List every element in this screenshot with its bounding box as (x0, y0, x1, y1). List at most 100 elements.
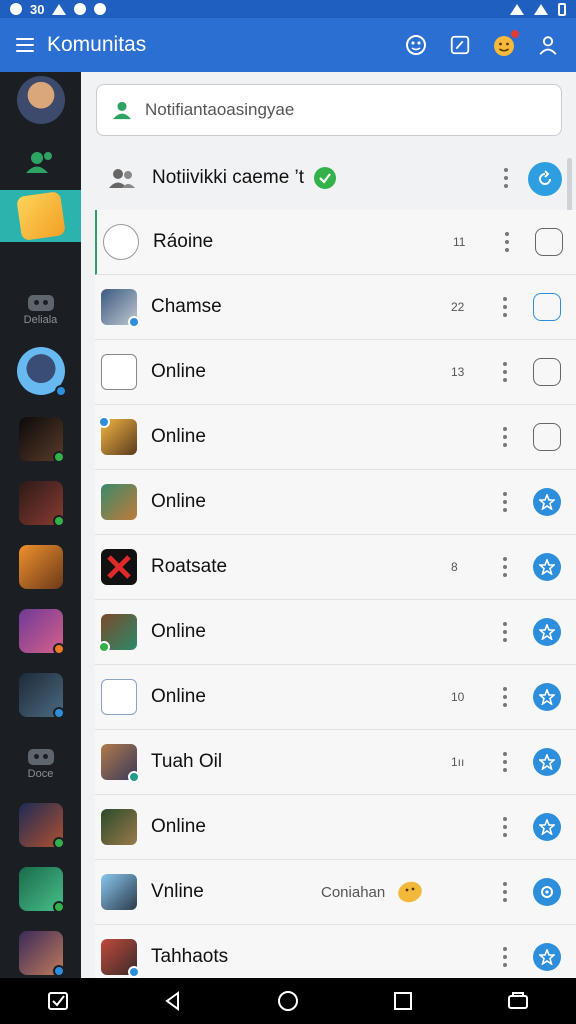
recents-icon[interactable] (389, 987, 417, 1015)
photo-icon[interactable] (533, 358, 561, 386)
list-item[interactable]: Online 10 (95, 665, 576, 730)
list-item[interactable]: Online (95, 405, 576, 470)
profile-icon[interactable] (536, 33, 560, 57)
item-name: Roatsate (151, 556, 228, 577)
server-icon (15, 191, 66, 241)
refresh-icon[interactable] (528, 162, 562, 196)
notification-icon (10, 3, 22, 15)
list-item[interactable]: Roatsate 8 (95, 535, 576, 600)
list-item[interactable]: Online (95, 470, 576, 535)
item-count: 13 (451, 365, 465, 379)
sidebar-avatar[interactable] (0, 72, 81, 128)
server-icon (18, 481, 65, 527)
sidebar-server-9[interactable] (0, 928, 81, 978)
main-panel: Notiivikki caeme ’t Ráoine 11 Chamse 22 … (81, 72, 576, 990)
more-icon[interactable] (503, 557, 507, 577)
item-name: Online (151, 361, 206, 382)
more-icon[interactable] (503, 297, 507, 317)
avatar (101, 939, 140, 978)
camera-icon[interactable] (533, 423, 561, 451)
more-icon[interactable] (503, 427, 507, 447)
more-icon[interactable] (503, 492, 507, 512)
channel-list: Ráoine 11 Chamse 22 Online 13 Online Onl… (95, 210, 576, 990)
more-icon[interactable] (503, 817, 507, 837)
item-name: Tuah Oil (151, 751, 223, 772)
avatar (101, 744, 140, 783)
item-count: 22 (451, 300, 465, 314)
server-icon (18, 803, 65, 849)
notification-badge (511, 30, 519, 38)
sidebar-server-5[interactable] (0, 606, 81, 656)
more-icon[interactable] (503, 622, 507, 642)
list-item[interactable]: Online (95, 600, 576, 665)
more-icon[interactable] (503, 687, 507, 707)
search-bar[interactable] (96, 84, 562, 136)
status-bar: 30 (0, 0, 576, 18)
star-icon[interactable] (533, 748, 561, 776)
blocked-icon (101, 549, 137, 585)
check-icon (314, 167, 337, 189)
section-header: Notiivikki caeme ’t (96, 148, 562, 208)
sidebar-server-4[interactable] (0, 542, 81, 592)
sidebar-item-friends[interactable] (0, 134, 81, 190)
controller-icon (27, 748, 54, 765)
more-icon[interactable] (503, 752, 507, 772)
chat-icon[interactable] (535, 228, 563, 256)
home-icon[interactable] (274, 987, 302, 1015)
explore-icon[interactable] (404, 33, 428, 57)
emoji-icon[interactable] (492, 30, 519, 57)
sidebar-server-7[interactable] (0, 800, 81, 850)
settings-icon[interactable] (533, 878, 561, 906)
battery-icon (558, 2, 566, 16)
item-name: Online (151, 816, 206, 837)
item-name: Online (151, 491, 206, 512)
sidebar-item-active-server[interactable] (0, 190, 81, 242)
menu-icon[interactable] (16, 38, 34, 52)
list-item[interactable]: Online (95, 795, 576, 860)
edit-icon[interactable] (448, 33, 472, 57)
list-item[interactable]: Online 13 (95, 340, 576, 405)
sidebar-server-6[interactable] (0, 670, 81, 720)
keyboard-icon[interactable] (504, 987, 532, 1015)
sidebar-server-2[interactable] (0, 414, 81, 464)
list-item[interactable]: Chamse 22 (95, 275, 576, 340)
server-icon (18, 931, 65, 977)
app-icon (74, 3, 87, 15)
item-name: Ráoine (153, 231, 214, 252)
sidebar-server-8[interactable] (0, 864, 81, 914)
more-icon[interactable] (503, 362, 507, 382)
sidebar-server-1[interactable] (0, 344, 81, 398)
sidebar-item-deliala[interactable]: Deliala (0, 282, 81, 338)
more-icon[interactable] (505, 232, 509, 252)
star-icon[interactable] (533, 488, 561, 516)
star-icon[interactable] (533, 943, 561, 971)
more-icon[interactable] (503, 947, 507, 967)
sidebar-server-3[interactable] (0, 478, 81, 528)
item-count: 10 (451, 690, 465, 704)
search-input[interactable] (145, 100, 525, 120)
check-list-icon[interactable] (44, 987, 72, 1015)
list-item[interactable]: Tuah Oil 1ıı (95, 730, 576, 795)
star-icon[interactable] (533, 683, 561, 711)
sidebar-item-doce[interactable]: Doce (0, 736, 81, 792)
frame-icon (101, 679, 137, 715)
list-item[interactable]: Vnline Coniahan (95, 860, 576, 925)
sidebar-item-label: Doce (27, 767, 54, 780)
star-icon[interactable] (533, 618, 561, 646)
more-icon[interactable] (503, 882, 507, 902)
more-icon[interactable] (504, 168, 508, 188)
item-name: Online (151, 426, 206, 447)
star-icon[interactable] (533, 813, 561, 841)
list-item[interactable]: Ráoine 11 (95, 210, 576, 275)
app-icon-2 (94, 3, 107, 15)
star-icon[interactable] (533, 553, 561, 581)
item-count: 1ıı (451, 755, 465, 769)
item-subtitle: Coniahan (321, 883, 386, 901)
alert-icon (52, 3, 67, 15)
group-icon (109, 169, 135, 188)
item-name: Online (151, 621, 206, 642)
wifi-icon (510, 3, 524, 15)
map-icon[interactable] (533, 293, 561, 321)
back-icon[interactable] (159, 987, 187, 1015)
signal-icon (534, 3, 548, 15)
